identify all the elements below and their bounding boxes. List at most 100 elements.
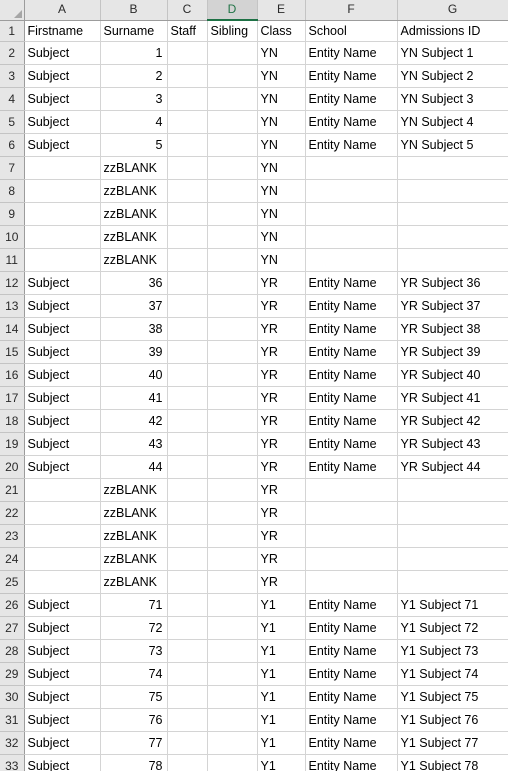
cell-D9[interactable] bbox=[207, 202, 258, 226]
cell-A23[interactable] bbox=[24, 524, 101, 548]
cell-A15[interactable]: Subject bbox=[24, 340, 101, 364]
cell-C17[interactable] bbox=[167, 386, 208, 410]
cell-A11[interactable] bbox=[24, 248, 101, 272]
row-header-8[interactable]: 8 bbox=[0, 179, 25, 203]
cell-G14[interactable]: YR Subject 38 bbox=[397, 317, 508, 341]
cell-A9[interactable] bbox=[24, 202, 101, 226]
row-header-9[interactable]: 9 bbox=[0, 202, 25, 226]
cell-F22[interactable] bbox=[305, 501, 398, 525]
cell-B8[interactable]: zzBLANK bbox=[100, 179, 168, 203]
cell-B4[interactable]: 3 bbox=[100, 87, 168, 111]
cell-C18[interactable] bbox=[167, 409, 208, 433]
cell-F18[interactable]: Entity Name bbox=[305, 409, 398, 433]
cell-A30[interactable]: Subject bbox=[24, 685, 101, 709]
cell-D8[interactable] bbox=[207, 179, 258, 203]
cell-G27[interactable]: Y1 Subject 72 bbox=[397, 616, 508, 640]
cell-F2[interactable]: Entity Name bbox=[305, 41, 398, 65]
cell-G6[interactable]: YN Subject 5 bbox=[397, 133, 508, 157]
row-header-28[interactable]: 28 bbox=[0, 639, 25, 663]
cell-C31[interactable] bbox=[167, 708, 208, 732]
table-row[interactable]: 20 Subject 44 YR Entity Name YR Subject 44 bbox=[0, 455, 508, 479]
cell-E25[interactable]: YR bbox=[257, 570, 306, 594]
cell-E8[interactable]: YN bbox=[257, 179, 306, 203]
cell-B22[interactable]: zzBLANK bbox=[100, 501, 168, 525]
column-header-g[interactable]: G bbox=[397, 0, 508, 21]
cell-D11[interactable] bbox=[207, 248, 258, 272]
cell-C8[interactable] bbox=[167, 179, 208, 203]
cell-A17[interactable]: Subject bbox=[24, 386, 101, 410]
cell-E19[interactable]: YR bbox=[257, 432, 306, 456]
cell-G1[interactable]: Admissions ID bbox=[397, 20, 508, 42]
cell-F1[interactable]: School bbox=[305, 20, 398, 42]
cell-D5[interactable] bbox=[207, 110, 258, 134]
cell-C25[interactable] bbox=[167, 570, 208, 594]
table-row[interactable]: 19 Subject 43 YR Entity Name YR Subject 43 bbox=[0, 432, 508, 456]
table-row[interactable]: 18 Subject 42 YR Entity Name YR Subject 42 bbox=[0, 409, 508, 433]
row-header-32[interactable]: 32 bbox=[0, 731, 25, 755]
cell-E22[interactable]: YR bbox=[257, 501, 306, 525]
column-header-e[interactable]: E bbox=[257, 0, 306, 21]
cell-D4[interactable] bbox=[207, 87, 258, 111]
cell-B32[interactable]: 77 bbox=[100, 731, 168, 755]
cell-G32[interactable]: Y1 Subject 77 bbox=[397, 731, 508, 755]
cell-A18[interactable]: Subject bbox=[24, 409, 101, 433]
cell-D14[interactable] bbox=[207, 317, 258, 341]
cell-G25[interactable] bbox=[397, 570, 508, 594]
cell-E3[interactable]: YN bbox=[257, 64, 306, 88]
cell-B11[interactable]: zzBLANK bbox=[100, 248, 168, 272]
cell-E30[interactable]: Y1 bbox=[257, 685, 306, 709]
cell-F20[interactable]: Entity Name bbox=[305, 455, 398, 479]
row-header-25[interactable]: 25 bbox=[0, 570, 25, 594]
cell-D19[interactable] bbox=[207, 432, 258, 456]
cell-A2[interactable]: Subject bbox=[24, 41, 101, 65]
select-all-button[interactable] bbox=[0, 0, 25, 21]
cell-D22[interactable] bbox=[207, 501, 258, 525]
cell-F13[interactable]: Entity Name bbox=[305, 294, 398, 318]
table-row[interactable]: 30 Subject 75 Y1 Entity Name Y1 Subject 75 bbox=[0, 685, 508, 709]
cell-G30[interactable]: Y1 Subject 75 bbox=[397, 685, 508, 709]
cell-F9[interactable] bbox=[305, 202, 398, 226]
table-row[interactable]: 21 zzBLANK YR bbox=[0, 478, 508, 502]
cell-A12[interactable]: Subject bbox=[24, 271, 101, 295]
cell-B5[interactable]: 4 bbox=[100, 110, 168, 134]
cell-B16[interactable]: 40 bbox=[100, 363, 168, 387]
cell-G7[interactable] bbox=[397, 156, 508, 180]
cell-F6[interactable]: Entity Name bbox=[305, 133, 398, 157]
cell-F30[interactable]: Entity Name bbox=[305, 685, 398, 709]
cell-E10[interactable]: YN bbox=[257, 225, 306, 249]
cell-G29[interactable]: Y1 Subject 74 bbox=[397, 662, 508, 686]
cell-E32[interactable]: Y1 bbox=[257, 731, 306, 755]
column-header-b[interactable]: B bbox=[100, 0, 168, 21]
cell-C32[interactable] bbox=[167, 731, 208, 755]
cell-B3[interactable]: 2 bbox=[100, 64, 168, 88]
table-row[interactable]: 27 Subject 72 Y1 Entity Name Y1 Subject 72 bbox=[0, 616, 508, 640]
cell-C19[interactable] bbox=[167, 432, 208, 456]
cell-B2[interactable]: 1 bbox=[100, 41, 168, 65]
table-row[interactable]: 14 Subject 38 YR Entity Name YR Subject 38 bbox=[0, 317, 508, 341]
cell-E33[interactable]: Y1 bbox=[257, 754, 306, 771]
row-header-13[interactable]: 13 bbox=[0, 294, 25, 318]
cell-A19[interactable]: Subject bbox=[24, 432, 101, 456]
cell-C4[interactable] bbox=[167, 87, 208, 111]
cell-C1[interactable]: Staff bbox=[167, 20, 208, 42]
cell-G9[interactable] bbox=[397, 202, 508, 226]
cell-F32[interactable]: Entity Name bbox=[305, 731, 398, 755]
cell-D28[interactable] bbox=[207, 639, 258, 663]
cell-G5[interactable]: YN Subject 4 bbox=[397, 110, 508, 134]
cell-B20[interactable]: 44 bbox=[100, 455, 168, 479]
cell-F12[interactable]: Entity Name bbox=[305, 271, 398, 295]
cell-B24[interactable]: zzBLANK bbox=[100, 547, 168, 571]
row-header-5[interactable]: 5 bbox=[0, 110, 25, 134]
row-header-14[interactable]: 14 bbox=[0, 317, 25, 341]
table-row[interactable]: 32 Subject 77 Y1 Entity Name Y1 Subject 77 bbox=[0, 731, 508, 755]
cell-B23[interactable]: zzBLANK bbox=[100, 524, 168, 548]
cell-D21[interactable] bbox=[207, 478, 258, 502]
row-header-21[interactable]: 21 bbox=[0, 478, 25, 502]
table-row[interactable]: 31 Subject 76 Y1 Entity Name Y1 Subject 76 bbox=[0, 708, 508, 732]
table-row[interactable]: 12 Subject 36 YR Entity Name YR Subject 36 bbox=[0, 271, 508, 295]
cell-C5[interactable] bbox=[167, 110, 208, 134]
cell-C23[interactable] bbox=[167, 524, 208, 548]
cell-E18[interactable]: YR bbox=[257, 409, 306, 433]
cell-E17[interactable]: YR bbox=[257, 386, 306, 410]
cell-F5[interactable]: Entity Name bbox=[305, 110, 398, 134]
